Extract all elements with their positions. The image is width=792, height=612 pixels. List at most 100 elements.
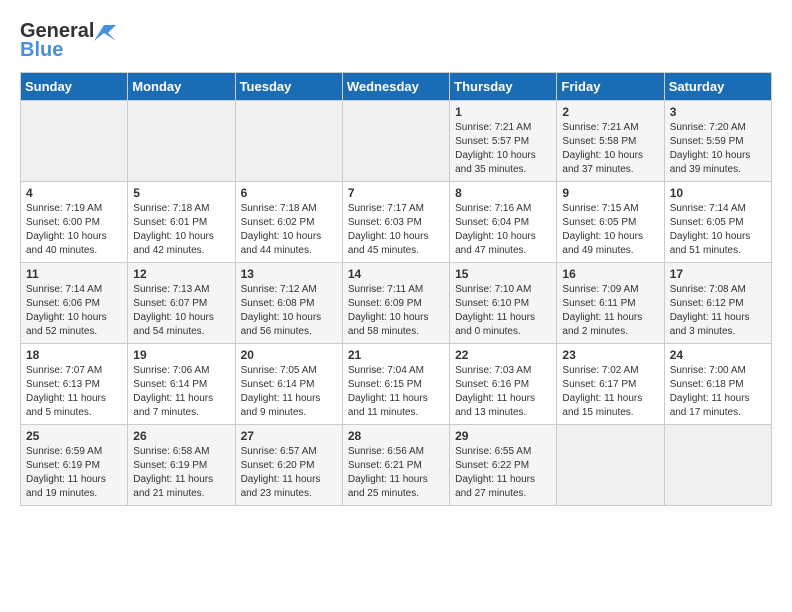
logo-bird-icon [94, 21, 116, 43]
day-info: Sunrise: 7:04 AMSunset: 6:15 PMDaylight:… [348, 365, 428, 418]
day-number: 2 [562, 105, 658, 119]
calendar-week-row: 18 Sunrise: 7:07 AMSunset: 6:13 PMDaylig… [21, 344, 772, 425]
day-number: 19 [133, 348, 229, 362]
day-number: 10 [670, 186, 766, 200]
calendar-cell: 20 Sunrise: 7:05 AMSunset: 6:14 PMDaylig… [235, 344, 342, 425]
day-info: Sunrise: 7:05 AMSunset: 6:14 PMDaylight:… [241, 365, 321, 418]
calendar-cell: 28 Sunrise: 6:56 AMSunset: 6:21 PMDaylig… [342, 425, 449, 506]
day-number: 13 [241, 267, 337, 281]
day-number: 5 [133, 186, 229, 200]
calendar-week-row: 4 Sunrise: 7:19 AMSunset: 6:00 PMDayligh… [21, 182, 772, 263]
calendar-cell: 3 Sunrise: 7:20 AMSunset: 5:59 PMDayligh… [664, 101, 771, 182]
col-header-saturday: Saturday [664, 73, 771, 101]
day-number: 14 [348, 267, 444, 281]
day-info: Sunrise: 7:00 AMSunset: 6:18 PMDaylight:… [670, 365, 750, 418]
day-info: Sunrise: 7:09 AMSunset: 6:11 PMDaylight:… [562, 284, 642, 337]
day-number: 16 [562, 267, 658, 281]
calendar-cell: 26 Sunrise: 6:58 AMSunset: 6:19 PMDaylig… [128, 425, 235, 506]
day-number: 3 [670, 105, 766, 119]
day-info: Sunrise: 7:15 AMSunset: 6:05 PMDaylight:… [562, 203, 643, 256]
day-number: 11 [26, 267, 122, 281]
calendar-cell: 23 Sunrise: 7:02 AMSunset: 6:17 PMDaylig… [557, 344, 664, 425]
calendar-cell [342, 101, 449, 182]
calendar-cell: 8 Sunrise: 7:16 AMSunset: 6:04 PMDayligh… [450, 182, 557, 263]
day-number: 7 [348, 186, 444, 200]
calendar-cell: 16 Sunrise: 7:09 AMSunset: 6:11 PMDaylig… [557, 263, 664, 344]
calendar-cell: 24 Sunrise: 7:00 AMSunset: 6:18 PMDaylig… [664, 344, 771, 425]
col-header-friday: Friday [557, 73, 664, 101]
day-number: 29 [455, 429, 551, 443]
calendar-cell [557, 425, 664, 506]
day-info: Sunrise: 6:58 AMSunset: 6:19 PMDaylight:… [133, 446, 213, 499]
calendar-cell: 17 Sunrise: 7:08 AMSunset: 6:12 PMDaylig… [664, 263, 771, 344]
day-info: Sunrise: 6:56 AMSunset: 6:21 PMDaylight:… [348, 446, 428, 499]
calendar-cell: 29 Sunrise: 6:55 AMSunset: 6:22 PMDaylig… [450, 425, 557, 506]
calendar-week-row: 25 Sunrise: 6:59 AMSunset: 6:19 PMDaylig… [21, 425, 772, 506]
day-info: Sunrise: 6:55 AMSunset: 6:22 PMDaylight:… [455, 446, 535, 499]
day-number: 24 [670, 348, 766, 362]
day-number: 21 [348, 348, 444, 362]
day-info: Sunrise: 7:03 AMSunset: 6:16 PMDaylight:… [455, 365, 535, 418]
calendar-cell: 18 Sunrise: 7:07 AMSunset: 6:13 PMDaylig… [21, 344, 128, 425]
day-number: 9 [562, 186, 658, 200]
calendar-cell: 1 Sunrise: 7:21 AMSunset: 5:57 PMDayligh… [450, 101, 557, 182]
day-info: Sunrise: 7:13 AMSunset: 6:07 PMDaylight:… [133, 284, 214, 337]
day-info: Sunrise: 7:18 AMSunset: 6:01 PMDaylight:… [133, 203, 214, 256]
day-number: 28 [348, 429, 444, 443]
calendar-cell: 14 Sunrise: 7:11 AMSunset: 6:09 PMDaylig… [342, 263, 449, 344]
calendar-cell: 15 Sunrise: 7:10 AMSunset: 6:10 PMDaylig… [450, 263, 557, 344]
day-info: Sunrise: 7:17 AMSunset: 6:03 PMDaylight:… [348, 203, 429, 256]
col-header-monday: Monday [128, 73, 235, 101]
day-info: Sunrise: 6:57 AMSunset: 6:20 PMDaylight:… [241, 446, 321, 499]
calendar-cell: 6 Sunrise: 7:18 AMSunset: 6:02 PMDayligh… [235, 182, 342, 263]
col-header-thursday: Thursday [450, 73, 557, 101]
calendar-cell: 9 Sunrise: 7:15 AMSunset: 6:05 PMDayligh… [557, 182, 664, 263]
day-number: 15 [455, 267, 551, 281]
calendar-cell: 4 Sunrise: 7:19 AMSunset: 6:00 PMDayligh… [21, 182, 128, 263]
calendar-cell: 13 Sunrise: 7:12 AMSunset: 6:08 PMDaylig… [235, 263, 342, 344]
day-info: Sunrise: 7:06 AMSunset: 6:14 PMDaylight:… [133, 365, 213, 418]
logo: General Blue [20, 20, 116, 62]
day-number: 6 [241, 186, 337, 200]
calendar-cell: 2 Sunrise: 7:21 AMSunset: 5:58 PMDayligh… [557, 101, 664, 182]
calendar-cell: 7 Sunrise: 7:17 AMSunset: 6:03 PMDayligh… [342, 182, 449, 263]
day-info: Sunrise: 7:16 AMSunset: 6:04 PMDaylight:… [455, 203, 536, 256]
calendar-week-row: 11 Sunrise: 7:14 AMSunset: 6:06 PMDaylig… [21, 263, 772, 344]
calendar-cell: 10 Sunrise: 7:14 AMSunset: 6:05 PMDaylig… [664, 182, 771, 263]
day-number: 22 [455, 348, 551, 362]
day-info: Sunrise: 7:08 AMSunset: 6:12 PMDaylight:… [670, 284, 750, 337]
day-info: Sunrise: 7:21 AMSunset: 5:58 PMDaylight:… [562, 122, 643, 175]
calendar-cell: 19 Sunrise: 7:06 AMSunset: 6:14 PMDaylig… [128, 344, 235, 425]
day-number: 4 [26, 186, 122, 200]
day-number: 1 [455, 105, 551, 119]
calendar-header-row: SundayMondayTuesdayWednesdayThursdayFrid… [21, 73, 772, 101]
day-info: Sunrise: 7:19 AMSunset: 6:00 PMDaylight:… [26, 203, 107, 256]
day-info: Sunrise: 7:11 AMSunset: 6:09 PMDaylight:… [348, 284, 429, 337]
calendar-cell [235, 101, 342, 182]
col-header-wednesday: Wednesday [342, 73, 449, 101]
calendar-cell: 21 Sunrise: 7:04 AMSunset: 6:15 PMDaylig… [342, 344, 449, 425]
day-info: Sunrise: 7:14 AMSunset: 6:06 PMDaylight:… [26, 284, 107, 337]
calendar-cell: 11 Sunrise: 7:14 AMSunset: 6:06 PMDaylig… [21, 263, 128, 344]
day-info: Sunrise: 7:18 AMSunset: 6:02 PMDaylight:… [241, 203, 322, 256]
day-number: 27 [241, 429, 337, 443]
calendar-cell: 12 Sunrise: 7:13 AMSunset: 6:07 PMDaylig… [128, 263, 235, 344]
calendar-week-row: 1 Sunrise: 7:21 AMSunset: 5:57 PMDayligh… [21, 101, 772, 182]
day-info: Sunrise: 7:07 AMSunset: 6:13 PMDaylight:… [26, 365, 106, 418]
day-info: Sunrise: 7:21 AMSunset: 5:57 PMDaylight:… [455, 122, 536, 175]
day-number: 18 [26, 348, 122, 362]
day-info: Sunrise: 6:59 AMSunset: 6:19 PMDaylight:… [26, 446, 106, 499]
calendar-table: SundayMondayTuesdayWednesdayThursdayFrid… [20, 72, 772, 506]
calendar-cell: 27 Sunrise: 6:57 AMSunset: 6:20 PMDaylig… [235, 425, 342, 506]
calendar-cell [664, 425, 771, 506]
logo-blue-text: Blue [20, 39, 63, 62]
day-number: 20 [241, 348, 337, 362]
day-number: 12 [133, 267, 229, 281]
col-header-tuesday: Tuesday [235, 73, 342, 101]
day-info: Sunrise: 7:20 AMSunset: 5:59 PMDaylight:… [670, 122, 751, 175]
calendar-cell: 5 Sunrise: 7:18 AMSunset: 6:01 PMDayligh… [128, 182, 235, 263]
day-number: 26 [133, 429, 229, 443]
calendar-cell: 22 Sunrise: 7:03 AMSunset: 6:16 PMDaylig… [450, 344, 557, 425]
day-info: Sunrise: 7:02 AMSunset: 6:17 PMDaylight:… [562, 365, 642, 418]
day-info: Sunrise: 7:10 AMSunset: 6:10 PMDaylight:… [455, 284, 535, 337]
